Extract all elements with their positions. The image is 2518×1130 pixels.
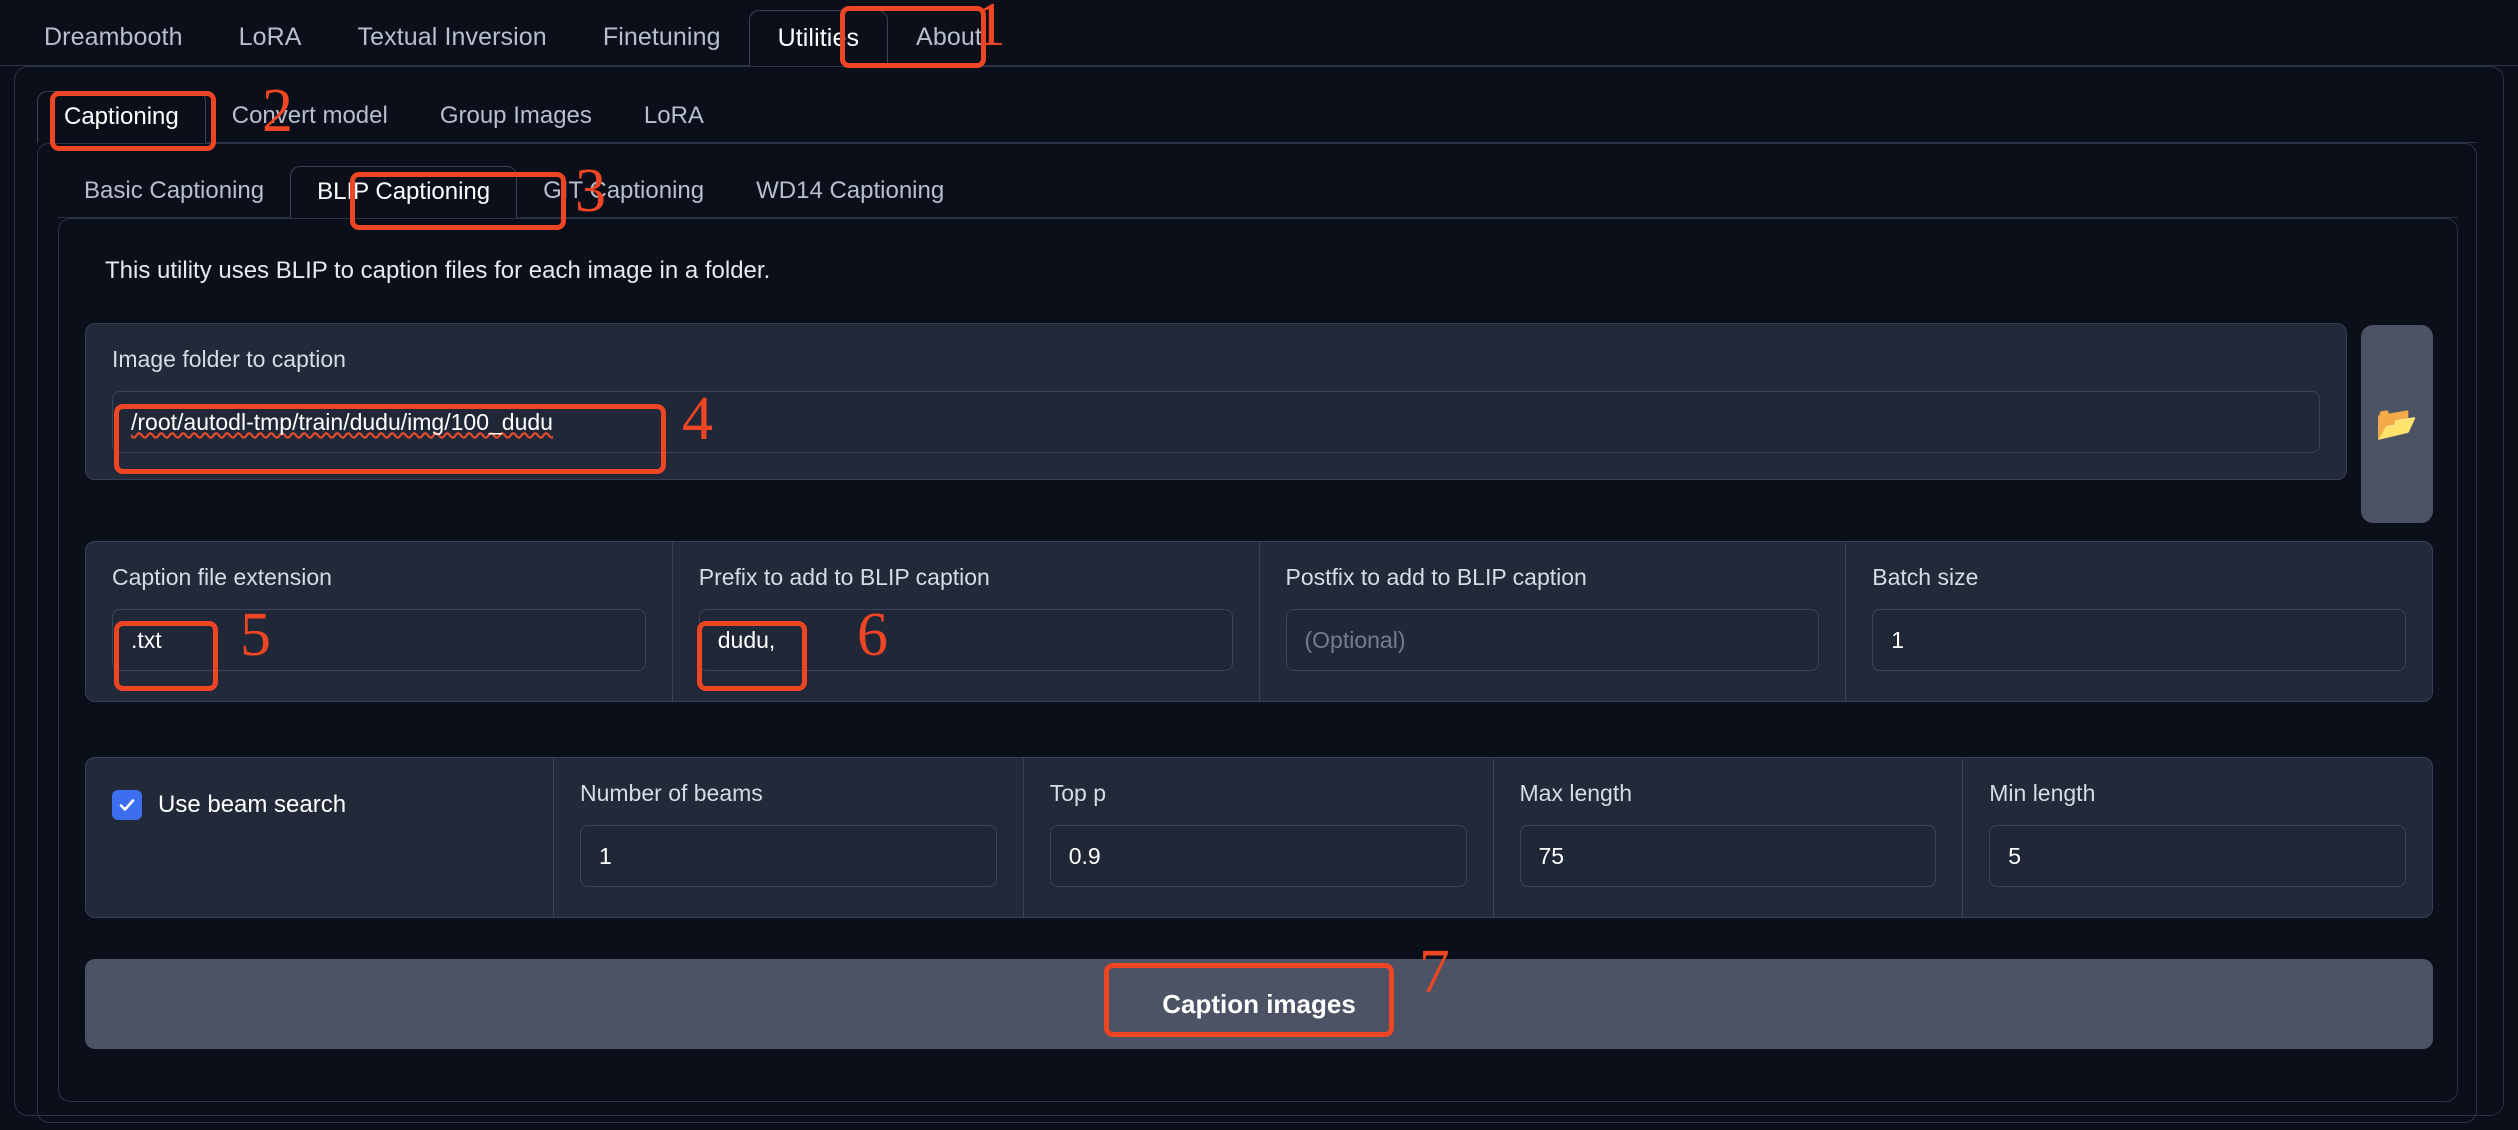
top-p-label: Top p [1049, 780, 1107, 806]
image-folder-row: Image folder to caption /root/autodl-tmp… [85, 323, 2433, 523]
tab-label: Basic Captioning [84, 177, 265, 204]
tab-label: LoRA [643, 102, 704, 129]
use-beam-search-cell: Use beam search [86, 758, 554, 917]
caption-file-extension-label: Caption file extension [112, 564, 332, 590]
tab-dreambooth[interactable]: Dreambooth [16, 9, 211, 65]
tab-label: GIT Captioning [543, 177, 705, 204]
tab-utilities-lora[interactable]: LoRA [618, 90, 730, 142]
tab-label: Group Images [439, 102, 592, 129]
batch-size-cell: Batch size 1 [1846, 542, 2432, 701]
tab-group-images[interactable]: Group Images [414, 90, 618, 142]
tab-lora[interactable]: LoRA [211, 9, 330, 65]
tab-basic-captioning[interactable]: Basic Captioning [58, 165, 290, 217]
min-length-label: Min length [1989, 780, 2096, 806]
max-length-input[interactable]: 75 [1519, 825, 1937, 887]
tab-captioning[interactable]: Captioning [37, 91, 206, 143]
batch-size-value: 1 [1891, 626, 1905, 653]
top-p-value: 0.9 [1068, 842, 1101, 869]
postfix-input[interactable]: (Optional) [1285, 609, 1820, 671]
tab-git-captioning[interactable]: GIT Captioning [517, 165, 730, 217]
captioning-tab-bar: Basic Captioning BLIP Captioning GIT Cap… [58, 158, 2458, 218]
image-folder-input[interactable]: /root/autodl-tmp/train/dudu/img/100_dudu [112, 391, 2320, 453]
max-length-value: 75 [1538, 842, 1565, 869]
captioning-panel: Basic Captioning BLIP Captioning GIT Cap… [37, 143, 2477, 1123]
main-tab-bar: Dreambooth LoRA Textual Inversion Finetu… [0, 0, 2518, 66]
caption-file-extension-value: .txt [131, 626, 162, 653]
utility-description: This utility uses BLIP to caption files … [105, 257, 771, 284]
postfix-cell: Postfix to add to BLIP caption (Optional… [1260, 542, 1847, 701]
tab-textual-inversion[interactable]: Textual Inversion [330, 9, 575, 65]
tab-label: About [916, 22, 982, 51]
open-folder-glyph: 📂 [2375, 405, 2419, 443]
image-folder-label: Image folder to caption [112, 346, 346, 372]
top-p-cell: Top p 0.9 [1024, 758, 1494, 917]
image-folder-group: Image folder to caption /root/autodl-tmp… [85, 323, 2347, 480]
tab-wd14-captioning[interactable]: WD14 Captioning [730, 165, 970, 217]
utilities-panel: Captioning Convert model Group Images Lo… [14, 66, 2504, 1123]
tab-label: Dreambooth [44, 22, 183, 51]
tab-utilities[interactable]: Utilities [748, 10, 889, 66]
tab-label: Utilities [777, 23, 860, 52]
number-of-beams-label: Number of beams [580, 780, 763, 806]
batch-size-input[interactable]: 1 [1872, 609, 2406, 671]
tab-label: WD14 Captioning [756, 177, 945, 204]
number-of-beams-cell: Number of beams 1 [554, 758, 1024, 917]
tab-label: Convert model [231, 102, 388, 129]
number-of-beams-value: 1 [599, 842, 612, 869]
tab-finetuning[interactable]: Finetuning [575, 9, 749, 65]
blip-captioning-body: This utility uses BLIP to caption files … [58, 218, 2458, 1102]
max-length-label: Max length [1519, 780, 1633, 806]
tab-label: Textual Inversion [357, 22, 547, 51]
caption-file-extension-cell: Caption file extension .txt [86, 542, 673, 701]
tab-blip-captioning[interactable]: BLIP Captioning [290, 166, 518, 218]
tab-convert-model[interactable]: Convert model [206, 90, 414, 142]
number-of-beams-input[interactable]: 1 [580, 825, 997, 887]
min-length-cell: Min length 5 [1963, 758, 2432, 917]
open-folder-icon[interactable]: 📂 [2361, 325, 2433, 523]
tab-label: Finetuning [602, 22, 721, 51]
tab-label: Captioning [64, 103, 179, 130]
use-beam-search-toggle[interactable]: Use beam search [112, 790, 346, 820]
batch-size-label: Batch size [1872, 564, 1979, 590]
caption-images-button[interactable]: Caption images [1162, 989, 1356, 1020]
top-p-input[interactable]: 0.9 [1049, 825, 1467, 887]
caption-images-bar[interactable]: Caption images [85, 959, 2433, 1049]
use-beam-search-label: Use beam search [158, 791, 347, 818]
prefix-label: Prefix to add to BLIP caption [698, 564, 990, 590]
tab-about[interactable]: About [888, 9, 1010, 65]
checkmark-icon[interactable] [112, 790, 142, 820]
tab-label: LoRA [238, 22, 302, 51]
tab-label: BLIP Captioning [317, 178, 491, 205]
prefix-value: dudu, [717, 626, 776, 653]
beam-search-row: Use beam search Number of beams 1 Top p … [85, 757, 2433, 918]
caption-options-row: Caption file extension .txt Prefix to ad… [85, 541, 2433, 702]
min-length-input[interactable]: 5 [1989, 825, 2406, 887]
utilities-tab-bar: Captioning Convert model Group Images Lo… [37, 83, 2477, 143]
prefix-input[interactable]: dudu, [698, 609, 1233, 671]
prefix-cell: Prefix to add to BLIP caption dudu, [673, 542, 1260, 701]
min-length-value: 5 [2008, 842, 2022, 869]
max-length-cell: Max length 75 [1494, 758, 1964, 917]
postfix-label: Postfix to add to BLIP caption [1285, 564, 1587, 590]
image-folder-value: /root/autodl-tmp/train/dudu/img/100_dudu [131, 408, 553, 435]
caption-file-extension-input[interactable]: .txt [112, 609, 646, 671]
postfix-placeholder: (Optional) [1304, 626, 1406, 653]
application-window: Dreambooth LoRA Textual Inversion Finetu… [0, 0, 2518, 1130]
